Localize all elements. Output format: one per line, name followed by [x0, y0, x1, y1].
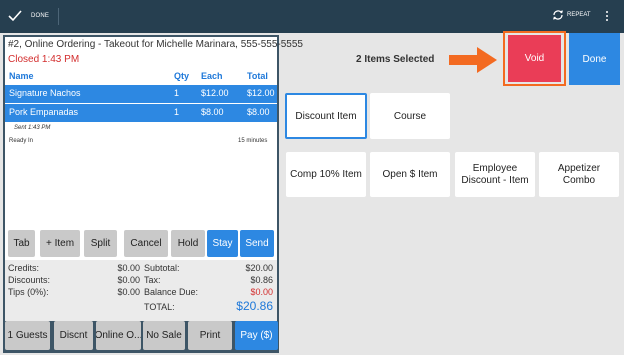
arrow-right-icon [449, 47, 497, 73]
item-total: $8.00 [247, 107, 270, 117]
check-icon [8, 10, 22, 22]
guests-button[interactable]: 1 Guests [5, 321, 50, 350]
subtotal-label: Subtotal: [144, 263, 180, 273]
order-panel: #2, Online Ordering - Takeout for Michel… [3, 35, 303, 353]
tips-value: $0.00 [117, 287, 140, 297]
tax-label: Tax: [144, 275, 161, 285]
void-button[interactable]: Void [508, 35, 561, 82]
order-action-row: Tab + Item Split Cancel Hold Stay Send [3, 230, 279, 258]
discounts-value: $0.00 [117, 275, 140, 285]
item-qty: 1 [174, 88, 180, 98]
item-name: Pork Empanadas [9, 107, 79, 117]
credits-value: $0.00 [117, 263, 140, 273]
cancel-button[interactable]: Cancel [124, 230, 168, 257]
appetizer-combo-button[interactable]: Appetizer Combo [539, 152, 619, 197]
done-top-button[interactable]: DONE [8, 9, 49, 23]
item-total: $12.00 [247, 88, 275, 98]
item-qty: 1 [174, 107, 180, 117]
tab-course[interactable]: Course [370, 93, 450, 139]
tax-value: $0.86 [250, 275, 273, 285]
stay-button[interactable]: Stay [207, 230, 238, 257]
tab-discount-item[interactable]: Discount Item [285, 93, 367, 139]
split-button[interactable]: Split [84, 230, 117, 257]
tips-label: Tips (0%): [8, 287, 49, 297]
done-button[interactable]: Done [569, 33, 620, 85]
done-top-label: DONE [31, 13, 50, 19]
item-name: Signature Nachos [9, 88, 81, 98]
sent-time: Sent 1:43 PM [14, 125, 51, 131]
item-each: $8.00 [201, 107, 224, 117]
comp-10-item-button[interactable]: Comp 10% Item [286, 152, 366, 197]
add-item-button[interactable]: + Item [40, 230, 80, 257]
col-total: Total [247, 71, 268, 81]
more-vertical-icon[interactable] [603, 10, 611, 24]
ready-in-value: 15 minutes [238, 138, 268, 144]
column-headers: Name Qty Each Total [5, 68, 277, 84]
open-amount-item-button[interactable]: Open $ Item [370, 152, 450, 197]
col-qty: Qty [174, 71, 190, 81]
col-each: Each [201, 71, 223, 81]
repeat-icon [553, 10, 563, 20]
discount-button[interactable]: Discnt [54, 321, 93, 350]
repeat-button[interactable]: REPEAT [552, 9, 591, 21]
balance-due-value: $0.00 [250, 287, 273, 297]
tab-button[interactable]: Tab [8, 230, 35, 257]
items-selected-label: 2 Items Selected [356, 54, 435, 65]
no-sale-button[interactable]: No Sale [143, 321, 185, 350]
top-divider [58, 8, 59, 25]
totals-panel: Credits: $0.00 Discounts: $0.00 Tips (0%… [5, 260, 277, 321]
footer-action-row: 1 Guests Discnt Online O... No Sale Prin… [3, 321, 279, 350]
pay-button[interactable]: Pay ($) [235, 321, 278, 350]
total-label: TOTAL: [144, 302, 175, 312]
subtotal-value: $20.00 [245, 263, 273, 273]
order-header: #2, Online Ordering - Takeout for Michel… [8, 39, 303, 50]
send-button[interactable]: Send [240, 230, 274, 257]
discounts-label: Discounts: [8, 275, 51, 285]
top-bar: DONE REPEAT [0, 0, 624, 33]
print-button[interactable]: Print [188, 321, 232, 350]
order-ticket: #2, Online Ordering - Takeout for Michel… [5, 37, 303, 261]
ready-in-label: Ready In [9, 138, 34, 144]
repeat-label: REPEAT [567, 12, 591, 18]
hold-button[interactable]: Hold [171, 230, 205, 257]
col-name: Name [9, 71, 34, 81]
item-each: $12.00 [201, 88, 229, 98]
order-status: Closed 1:43 PM [8, 54, 80, 65]
total-value: $20.86 [236, 299, 273, 313]
order-item-row[interactable]: Pork Empanadas 1 $8.00 $8.00 [5, 104, 277, 122]
employee-discount-item-button[interactable]: Employee Discount - Item [455, 152, 535, 197]
online-order-button[interactable]: Online O... [96, 321, 141, 350]
balance-due-label: Balance Due: [144, 287, 199, 297]
order-item-row[interactable]: Signature Nachos 1 $12.00 $12.00 [5, 85, 277, 103]
credits-label: Credits: [8, 263, 40, 273]
